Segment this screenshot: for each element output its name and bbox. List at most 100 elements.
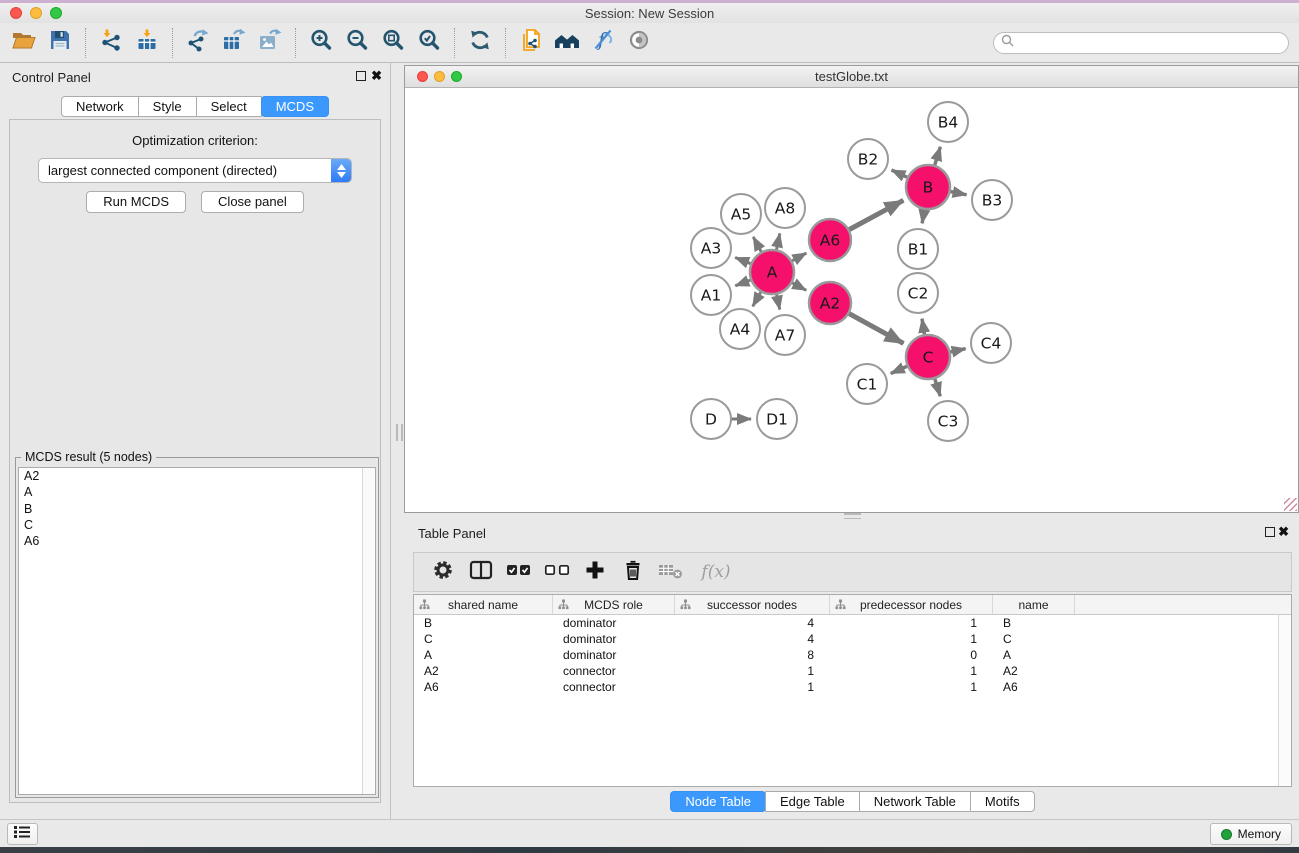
graph-node-A7[interactable]: A7 — [765, 315, 805, 355]
graph-edge-A-A1[interactable] — [735, 280, 751, 286]
tab-select[interactable]: Select — [196, 96, 262, 117]
select-all-button[interactable] — [504, 557, 534, 587]
graph-edge-A-A4[interactable] — [753, 291, 762, 306]
zoom-out-button[interactable] — [339, 26, 375, 60]
split-table-button[interactable] — [466, 557, 496, 587]
graph-edge-B-B3[interactable] — [950, 191, 967, 194]
graph-node-D[interactable]: D — [691, 399, 731, 439]
graph-node-C2[interactable]: C2 — [898, 273, 938, 313]
graph-node-D1[interactable]: D1 — [757, 399, 797, 439]
tab-mcds[interactable]: MCDS — [261, 96, 329, 117]
table-row[interactable]: Bdominator41B — [414, 615, 1291, 631]
graph-node-B[interactable]: B — [906, 165, 950, 209]
open-session-button[interactable] — [6, 26, 42, 60]
graph-node-C4[interactable]: C4 — [971, 323, 1011, 363]
graph-edge-A-A5[interactable] — [753, 237, 761, 253]
deselect-all-button[interactable] — [542, 557, 572, 587]
mcds-result-item[interactable]: A — [19, 484, 375, 500]
graph-edge-B-B1[interactable] — [922, 209, 924, 224]
mcds-result-item[interactable]: A6 — [19, 533, 375, 549]
graph-node-A5[interactable]: A5 — [721, 194, 761, 234]
table-row[interactable]: Cdominator41C — [414, 631, 1291, 647]
mcds-result-item[interactable]: B — [19, 501, 375, 517]
network-canvas[interactable]: B4 B2 B B3 A8A5 A6 A3 B1 A C2 A1 A2 A4A7 C4 C C1 C3 D D1 — [405, 88, 1298, 512]
graph-node-C[interactable]: C — [906, 335, 950, 379]
close-panel-icon[interactable]: ✖ — [1278, 524, 1289, 540]
float-panel-icon[interactable] — [356, 71, 366, 81]
open-network-file-button[interactable] — [513, 26, 549, 60]
equation-builder-button[interactable]: f(x) — [694, 557, 738, 587]
export-image-button[interactable] — [252, 26, 288, 60]
graph-node-B1[interactable]: B1 — [898, 229, 938, 269]
zoom-window-button[interactable] — [50, 7, 62, 19]
graph-edge-A-A8[interactable] — [776, 233, 779, 250]
run-mcds-button[interactable]: Run MCDS — [86, 191, 186, 213]
search-field[interactable] — [993, 32, 1289, 54]
network-zoom-button[interactable] — [451, 71, 462, 82]
network-minimize-button[interactable] — [434, 71, 445, 82]
network-close-button[interactable] — [417, 71, 428, 82]
graph-edge-A-A7[interactable] — [776, 294, 779, 310]
task-history-button[interactable] — [7, 823, 38, 845]
mcds-result-item[interactable]: C — [19, 517, 375, 533]
graph-node-A[interactable]: A — [750, 250, 794, 294]
table-row[interactable]: Adominator80A — [414, 647, 1291, 663]
delete-table-button[interactable] — [656, 557, 686, 587]
graph-edge-C-C2[interactable] — [922, 319, 925, 336]
graph-edge-A6-B[interactable] — [848, 200, 903, 230]
column-header-shared-name[interactable]: shared name — [414, 595, 553, 614]
network-window-titlebar[interactable]: testGlobe.txt — [405, 66, 1298, 88]
tab-motifs[interactable]: Motifs — [970, 791, 1035, 812]
graph-edge-B-B4[interactable] — [934, 147, 940, 166]
graph-node-A6[interactable]: A6 — [809, 219, 851, 261]
criterion-select[interactable]: largest connected component (directed) — [38, 158, 352, 183]
close-window-button[interactable] — [10, 7, 22, 19]
column-header-MCDS-role[interactable]: MCDS role — [553, 595, 675, 614]
graph-edge-C-C4[interactable] — [949, 349, 965, 353]
home-button[interactable] — [549, 26, 585, 60]
import-network-button[interactable] — [93, 26, 129, 60]
memory-button[interactable]: Memory — [1210, 823, 1292, 845]
export-network-button[interactable] — [180, 26, 216, 60]
table-settings-button[interactable] — [428, 557, 458, 587]
delete-column-button[interactable] — [618, 557, 648, 587]
graph-node-A4[interactable]: A4 — [720, 309, 760, 349]
graph-edge-A-A3[interactable] — [735, 258, 751, 264]
graph-edge-A-A6[interactable] — [791, 253, 806, 261]
refresh-button[interactable] — [462, 26, 498, 60]
window-resize-handle[interactable] — [1284, 498, 1297, 511]
tab-edge-table[interactable]: Edge Table — [765, 791, 860, 812]
tab-node-table[interactable]: Node Table — [670, 791, 766, 812]
column-header-name[interactable]: name — [993, 595, 1075, 614]
import-table-button[interactable] — [129, 26, 165, 60]
table-scrollbar[interactable] — [1278, 615, 1291, 786]
list-scrollbar[interactable] — [362, 468, 375, 794]
graph-node-A8[interactable]: A8 — [765, 188, 805, 228]
column-header-successor-nodes[interactable]: successor nodes — [675, 595, 830, 614]
graph-node-A1[interactable]: A1 — [691, 275, 731, 315]
graph-node-A2[interactable]: A2 — [809, 282, 851, 324]
graph-node-C3[interactable]: C3 — [928, 401, 968, 441]
zoom-selected-button[interactable] — [411, 26, 447, 60]
save-session-button[interactable] — [42, 26, 78, 60]
search-input[interactable] — [1018, 34, 1288, 52]
close-panel-button[interactable]: Close panel — [201, 191, 304, 213]
float-panel-icon[interactable] — [1265, 527, 1275, 537]
mcds-result-item[interactable]: A2 — [19, 468, 375, 484]
graph-node-B2[interactable]: B2 — [848, 139, 888, 179]
zoom-fit-button[interactable] — [375, 26, 411, 60]
graph-node-A3[interactable]: A3 — [691, 228, 731, 268]
graph-edge-A-A2[interactable] — [791, 282, 806, 290]
graph-node-B4[interactable]: B4 — [928, 102, 968, 142]
graph-node-C1[interactable]: C1 — [847, 364, 887, 404]
vertical-splitter-handle[interactable] — [396, 424, 403, 441]
graph-edge-C-C1[interactable] — [891, 366, 908, 374]
function-toggle-button[interactable]: f — [585, 26, 621, 60]
graph-edge-A2-C[interactable] — [848, 313, 903, 343]
close-panel-icon[interactable]: ✖ — [371, 68, 382, 84]
graph-edge-B-B2[interactable] — [892, 170, 909, 178]
graph-node-B3[interactable]: B3 — [972, 180, 1012, 220]
table-row[interactable]: A2connector11A2 — [414, 663, 1291, 679]
minimize-window-button[interactable] — [30, 7, 42, 19]
show-graphics-details-button[interactable] — [621, 26, 657, 60]
